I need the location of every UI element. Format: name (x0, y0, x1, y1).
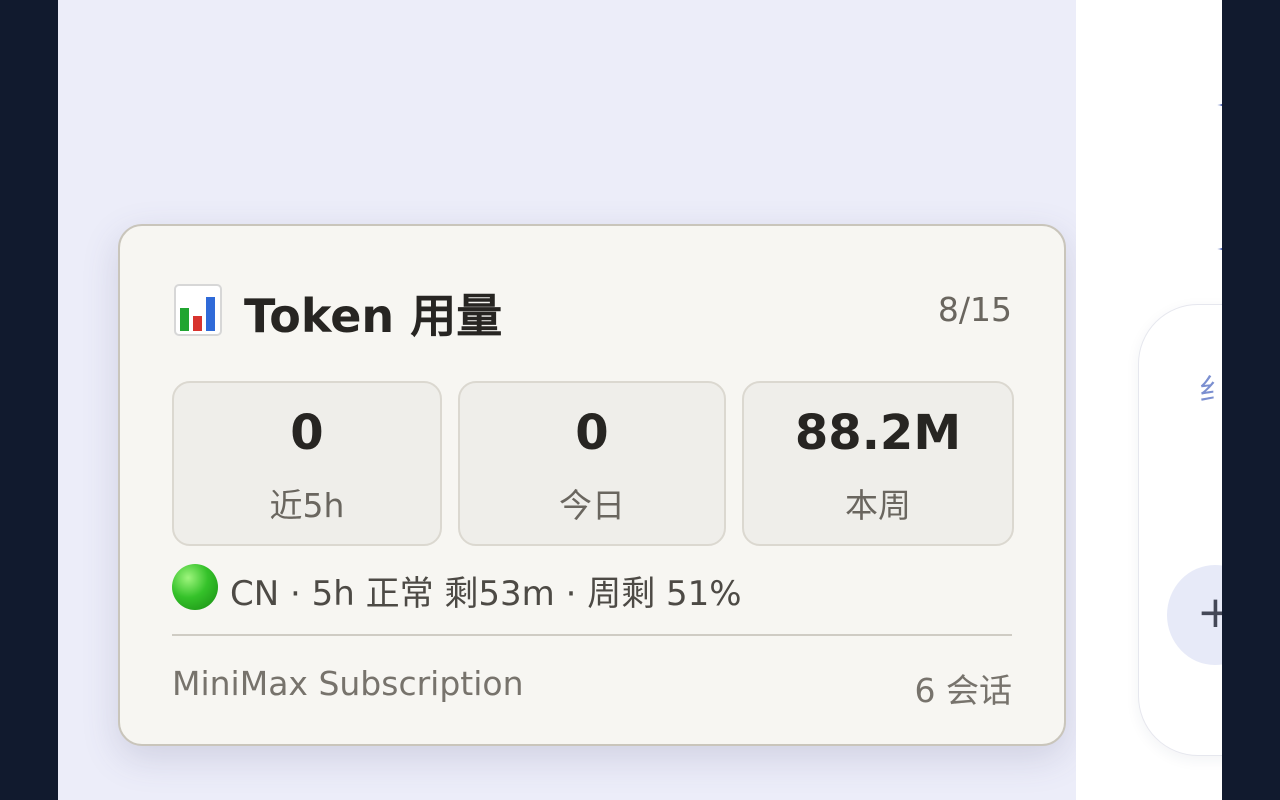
stat-last-5h: 0 近5h (172, 381, 442, 546)
card-date: 8/15 (937, 290, 1012, 329)
stat-value: 88.2M (794, 405, 962, 461)
plus-icon: + (1197, 587, 1222, 638)
composer-panel: 纟 + (1138, 304, 1222, 756)
token-usage-card: Token 用量 8/15 0 近5h 0 今日 88.2M 本周 CN · 5… (118, 224, 1066, 746)
status-text: CN · 5h 正常 剩53m · 周剩 51% (230, 574, 742, 614)
side-pane: ✦ ✦ 纟 + (1076, 0, 1222, 800)
card-title: Token 用量 (244, 289, 503, 343)
app-window: Token 用量 8/15 0 近5h 0 今日 88.2M 本周 CN · 5… (58, 0, 1222, 800)
bar-chart-icon (174, 284, 222, 336)
main-pane: Token 用量 8/15 0 近5h 0 今日 88.2M 本周 CN · 5… (58, 0, 1076, 800)
stat-this-week: 88.2M 本周 (742, 381, 1014, 546)
sparkle-icon: ✦ (1216, 236, 1222, 266)
session-count: 6 会话 (914, 671, 1013, 710)
stat-today: 0 今日 (458, 381, 726, 546)
card-header: Token 用量 8/15 (172, 278, 1012, 343)
composer-text[interactable]: 纟 (1199, 365, 1222, 409)
stat-label: 近5h (269, 486, 345, 525)
status-row: CN · 5h 正常 剩53m · 周剩 51% (172, 562, 1012, 614)
divider (172, 634, 1012, 636)
stat-label: 今日 (559, 486, 625, 525)
stat-value: 0 (575, 405, 609, 461)
add-button[interactable]: + (1167, 565, 1222, 665)
stat-value: 0 (290, 405, 324, 461)
status-indicator-icon (172, 564, 218, 610)
stat-label: 本周 (845, 486, 911, 525)
sparkle-icon: ✦ (1216, 92, 1222, 122)
plan-name: MiniMax Subscription (172, 664, 524, 703)
